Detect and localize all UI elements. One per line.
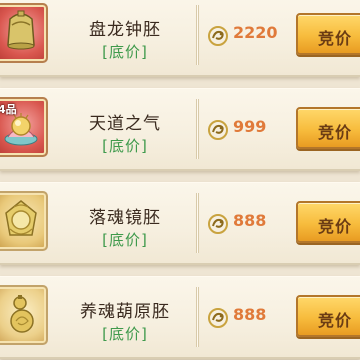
floor-price-tag: [底价] [102, 137, 148, 155]
gourd-icon [10, 295, 34, 333]
bid-button-label: 竞价 [318, 123, 353, 142]
row-divider [196, 99, 200, 159]
bid-button[interactable]: 竞价 [296, 13, 360, 55]
item-icon-frame[interactable] [0, 3, 48, 63]
dragon-coin-icon [208, 214, 228, 234]
dragon-coin-icon [208, 120, 228, 140]
item-icon-frame[interactable]: 4品 [0, 97, 48, 157]
bronze-bell-icon [7, 10, 35, 50]
auction-row: 盘龙钟胚 [底价] 2220 竞价 [0, 0, 360, 77]
row-divider [196, 5, 200, 65]
item-name: 盘龙钟胚 [89, 20, 161, 40]
item-icon-frame[interactable] [0, 285, 48, 345]
auction-list: 盘龙钟胚 [底价] 2220 竞价 4品 天道之气 [底价] [0, 0, 360, 360]
row-divider [196, 193, 200, 253]
item-icon-frame[interactable] [0, 191, 48, 251]
mirror-icon [5, 200, 37, 236]
item-price: 888 [233, 211, 267, 230]
bid-button-label: 竞价 [318, 217, 353, 236]
bid-button-label: 竞价 [318, 29, 353, 48]
row-divider [196, 287, 200, 347]
bid-button[interactable]: 竞价 [296, 295, 360, 337]
auction-row: 养魂葫原胚 [底价] 888 竞价 [0, 276, 360, 359]
floor-price-tag: [底价] [102, 43, 148, 61]
dragon-coin-icon [208, 308, 228, 328]
auction-row: 4品 天道之气 [底价] 999 竞价 [0, 88, 360, 171]
item-name: 天道之气 [89, 114, 161, 134]
item-price: 999 [233, 117, 267, 136]
item-price: 2220 [233, 23, 278, 42]
bid-button-label: 竞价 [318, 311, 353, 330]
bid-button[interactable]: 竞价 [296, 107, 360, 149]
bid-button[interactable]: 竞价 [296, 201, 360, 243]
floor-price-tag: [底价] [102, 325, 148, 343]
grade-badge: 4品 [0, 103, 17, 116]
dragon-coin-icon [208, 26, 228, 46]
item-name: 落魂镜胚 [89, 208, 161, 228]
floor-price-tag: [底价] [102, 231, 148, 249]
item-price: 888 [233, 305, 267, 324]
auction-row: 落魂镜胚 [底价] 888 竞价 [0, 182, 360, 265]
item-name: 养魂葫原胚 [80, 302, 170, 322]
